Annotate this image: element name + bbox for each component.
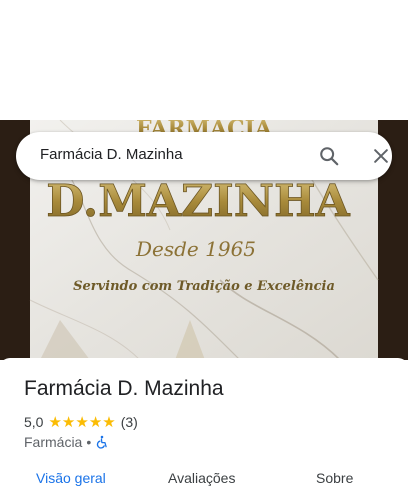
close-icon[interactable] — [371, 146, 391, 166]
rating-stars: ★ ★ ★ ★ ★ — [48, 415, 115, 430]
search-icon[interactable] — [318, 145, 340, 167]
separator-dot: • — [86, 434, 92, 450]
star-icon: ★ — [61, 413, 76, 431]
tab-reviews[interactable]: Avaliações — [168, 470, 235, 486]
map-area-top — [0, 0, 408, 120]
place-details-panel: Farmácia D. Mazinha 5,0 ★ ★ ★ ★ ★ (3) Fa… — [0, 358, 408, 486]
star-icon: ★ — [102, 413, 116, 431]
tab-about[interactable]: Sobre — [316, 470, 353, 486]
tab-overview[interactable]: Visão geral — [36, 470, 106, 486]
place-category: Farmácia — [24, 434, 83, 450]
category-row: Farmácia • — [24, 433, 109, 451]
sign-name-text: D.MAZINHA — [46, 176, 350, 227]
star-icon: ★ — [75, 413, 89, 431]
star-icon: ★ — [88, 413, 103, 431]
star-icon: ★ — [48, 413, 62, 431]
review-count[interactable]: (3) — [121, 414, 138, 430]
sign-tagline-text: Servindo com Tradição e Excelência — [73, 279, 335, 294]
search-input[interactable]: Farmácia D. Mazinha — [40, 146, 183, 163]
place-title: Farmácia D. Mazinha — [24, 377, 224, 400]
rating-value: 5,0 — [24, 414, 44, 430]
wheelchair-icon — [97, 435, 107, 449]
rating-row[interactable]: 5,0 ★ ★ ★ ★ ★ (3) — [24, 413, 138, 431]
sign-since-text: Desde 1965 — [135, 237, 256, 261]
place-tabs: Visão geral Avaliações Sobre — [0, 470, 408, 490]
search-bar[interactable]: Farmácia D. Mazinha — [16, 132, 392, 180]
